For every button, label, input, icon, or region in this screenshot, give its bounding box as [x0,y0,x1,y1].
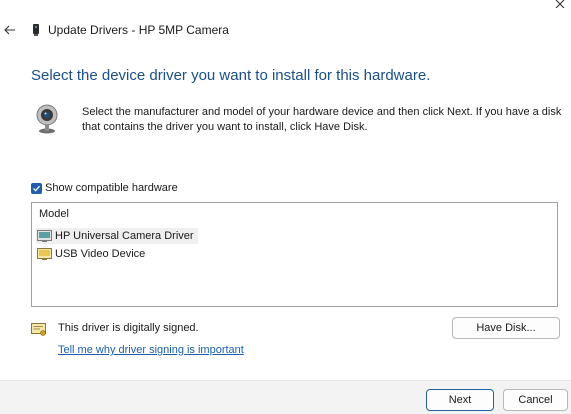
have-disk-button[interactable]: Have Disk... [452,317,560,339]
certificate-icon [31,323,46,336]
window-title: Update Drivers - HP 5MP Camera [48,23,229,37]
window-title-bar: Update Drivers - HP 5MP Camera [32,22,229,38]
show-compatible-checkbox[interactable] [31,182,42,194]
webcam-icon [36,104,58,134]
intro-text: Select the manufacturer and model of you… [82,106,562,133]
driver-icon [37,248,52,260]
model-column-header: Model [39,208,69,220]
camera-device-icon [33,24,39,36]
next-button[interactable]: Next [426,389,494,411]
model-item-hp-universal-camera-driver[interactable]: HP Universal Camera Driver [36,228,198,244]
model-list[interactable]: Model HP Universal Camera Driver USB Vid… [31,202,558,307]
page-heading: Select the device driver you want to ins… [31,67,431,84]
update-drivers-window: Update Drivers - HP 5MP Camera Select th… [0,0,571,414]
back-arrow-icon [4,25,15,35]
driver-icon [37,230,52,242]
model-item-usb-video-device[interactable]: USB Video Device [36,246,149,262]
back-button[interactable] [2,22,18,38]
close-icon [555,0,565,8]
model-item-label: HP Universal Camera Driver [55,230,194,242]
close-button[interactable] [549,0,571,14]
show-compatible-label: Show compatible hardware [45,182,178,194]
model-item-label: USB Video Device [55,248,146,260]
show-compatible-hardware[interactable]: Show compatible hardware [31,182,178,194]
checkmark-icon [33,185,40,192]
signing-status: This driver is digitally signed. [58,322,199,334]
cancel-button[interactable]: Cancel [503,389,568,411]
driver-signing-link[interactable]: Tell me why driver signing is important [58,344,244,356]
